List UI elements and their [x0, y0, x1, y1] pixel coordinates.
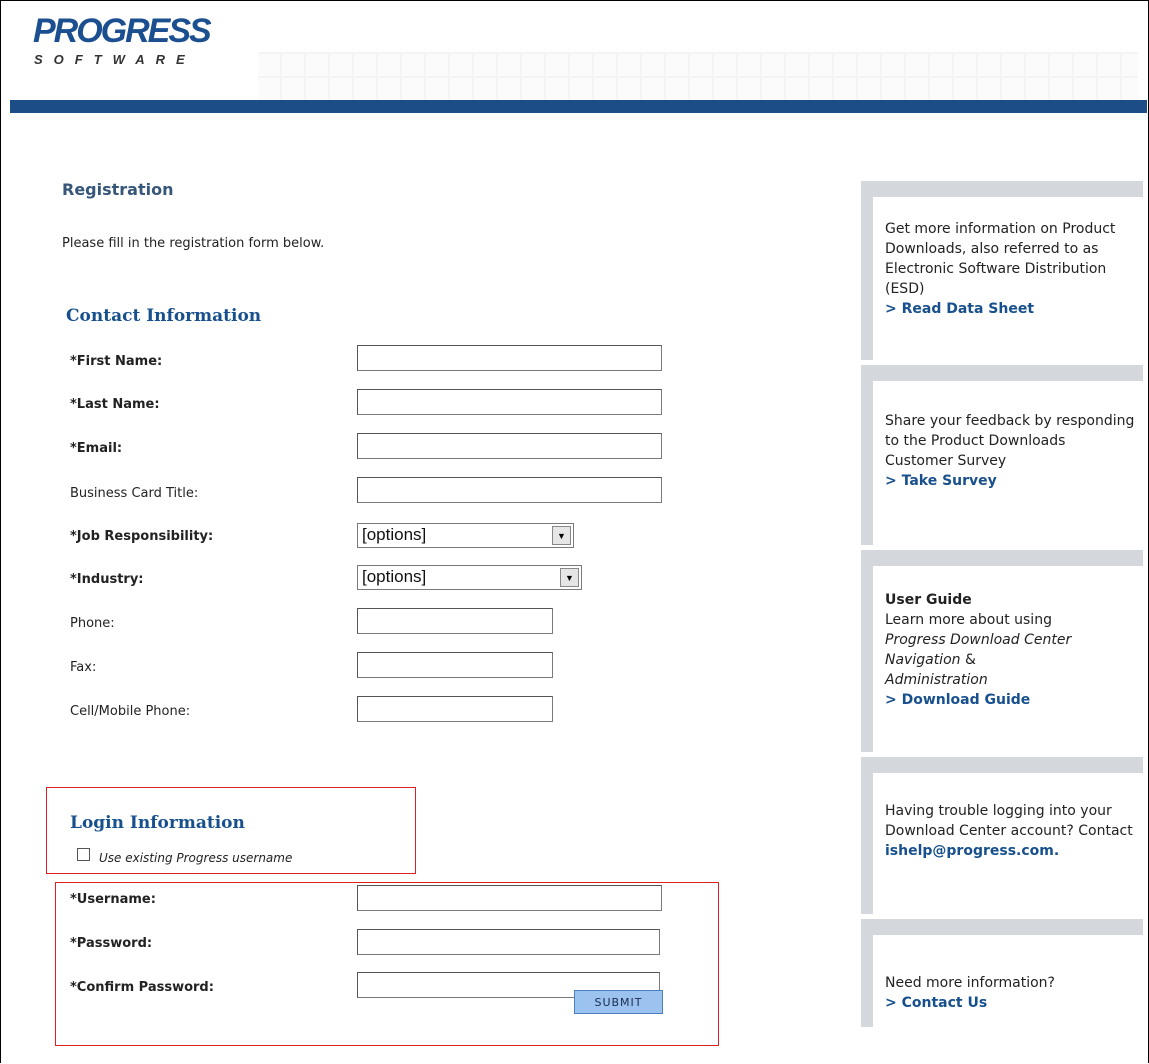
industry-select[interactable]: [options] ▼ — [357, 565, 582, 590]
industry-value: [options] — [362, 567, 427, 586]
logo-subtitle: SOFTWARE — [34, 52, 196, 67]
sidebar-box-body: Having trouble logging into your Downloa… — [873, 773, 1143, 914]
sidebar-box-body: User Guide Learn more about using Progre… — [873, 566, 1143, 752]
sidebar-box-survey: Share your feedback by responding to the… — [861, 365, 1143, 545]
job-responsibility-label: *Job Responsibility: — [70, 529, 214, 544]
ishelp-email-link[interactable]: ishelp@progress.com. — [885, 843, 1059, 859]
datasheet-text: Get more information on Product Download… — [885, 221, 1116, 297]
login-info-heading: Login Information — [70, 813, 245, 833]
download-guide-link[interactable]: > Download Guide — [885, 692, 1030, 708]
first-name-field[interactable] — [357, 345, 662, 371]
business-card-title-field[interactable] — [357, 477, 662, 503]
use-existing-username-label: Use existing Progress username — [99, 851, 293, 865]
progress-logo[interactable]: PROGRESS — [33, 14, 212, 48]
business-card-title-label: Business Card Title: — [70, 486, 199, 501]
take-survey-link[interactable]: > Take Survey — [885, 473, 997, 489]
cell-phone-label: Cell/Mobile Phone: — [70, 704, 191, 719]
login-help-text: Having trouble logging into your Downloa… — [885, 803, 1133, 839]
contact-us-link[interactable]: > Contact Us — [885, 995, 987, 1011]
user-guide-italic-1: Progress Download Center Navigation — [885, 632, 1072, 668]
job-responsibility-select[interactable]: [options] ▼ — [357, 523, 574, 548]
fax-field[interactable] — [357, 652, 553, 678]
job-responsibility-value: [options] — [362, 525, 427, 544]
sidebar-box-datasheet: Get more information on Product Download… — [861, 181, 1143, 360]
email-label: *Email: — [70, 441, 123, 456]
sidebar-box-login-help: Having trouble logging into your Downloa… — [861, 757, 1143, 914]
first-name-label: *First Name: — [70, 354, 163, 369]
intro-text: Please fill in the registration form bel… — [62, 236, 325, 251]
last-name-field[interactable] — [357, 389, 662, 415]
header-pattern — [258, 52, 1138, 100]
header-bar — [10, 100, 1147, 113]
submit-button[interactable]: SUBMIT — [574, 990, 663, 1014]
confirm-password-label: *Confirm Password: — [70, 980, 214, 995]
sidebar-box-user-guide: User Guide Learn more about using Progre… — [861, 550, 1143, 752]
survey-text: Share your feedback by responding to the… — [885, 413, 1135, 469]
user-guide-ampersand: & — [964, 652, 976, 668]
phone-label: Phone: — [70, 616, 115, 631]
username-label: *Username: — [70, 892, 156, 907]
last-name-label: *Last Name: — [70, 397, 160, 412]
sidebar-box-contact: Need more information? > Contact Us — [861, 919, 1143, 1027]
use-existing-username-checkbox[interactable] — [77, 848, 90, 861]
dropdown-arrow-icon[interactable]: ▼ — [560, 568, 579, 587]
username-field[interactable] — [357, 885, 662, 911]
email-field[interactable] — [357, 433, 662, 459]
cell-phone-field[interactable] — [357, 696, 553, 722]
user-guide-text: Learn more about using — [885, 612, 1052, 628]
sidebar-box-body: Share your feedback by responding to the… — [873, 381, 1143, 545]
industry-label: *Industry: — [70, 572, 144, 587]
user-guide-title: User Guide — [885, 592, 972, 608]
contact-info-heading: Contact Information — [66, 306, 262, 326]
page-title: Registration — [62, 180, 174, 199]
fax-label: Fax: — [70, 660, 97, 675]
dropdown-arrow-icon[interactable]: ▼ — [552, 526, 571, 545]
phone-field[interactable] — [357, 608, 553, 634]
password-label: *Password: — [70, 936, 153, 951]
sidebar-box-body: Need more information? > Contact Us — [873, 935, 1143, 1027]
user-guide-italic-2: Administration — [885, 672, 988, 688]
contact-text: Need more information? — [885, 975, 1055, 991]
read-data-sheet-link[interactable]: > Read Data Sheet — [885, 301, 1034, 317]
sidebar-box-body: Get more information on Product Download… — [873, 197, 1143, 360]
password-field[interactable] — [357, 929, 660, 955]
